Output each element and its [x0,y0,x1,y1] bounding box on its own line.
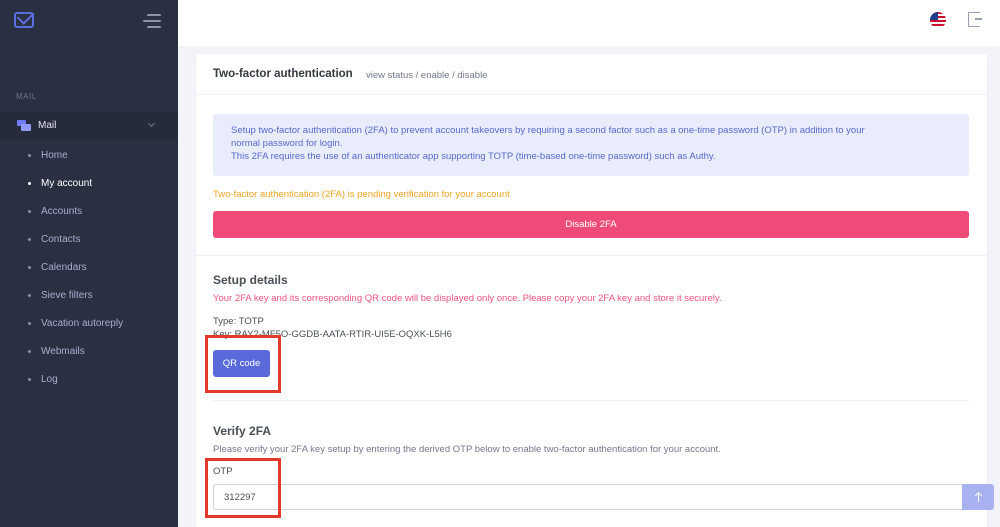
sidebar-item-sieve-filters[interactable]: Sieve filters [0,282,178,310]
sidebar-item-calendars[interactable]: Calendars [0,254,178,282]
page-title: Two-factor authentication [213,68,353,80]
mail-logo-icon[interactable] [14,12,34,28]
bullet-icon [28,378,31,381]
sidebar-item-my-account[interactable]: My account [0,170,178,198]
bullet-icon [28,238,31,241]
bullet-icon [28,266,31,269]
two-factor-card: Two-factor authentication view status / … [196,54,994,527]
sidebar-group-mail[interactable]: Mail [0,112,178,140]
sidebar-item-vacation-autoreply[interactable]: Vacation autoreply [0,310,178,338]
logout-icon[interactable] [968,12,982,27]
sidebar-item-label: Home [41,150,68,161]
info-text-line: normal password for login. [231,138,343,149]
sidebar-item-label: Webmails [41,346,85,357]
setup-details-heading: Setup details [213,273,288,287]
sidebar-item-contacts[interactable]: Contacts [0,226,178,254]
sidebar-item-label: Log [41,374,58,385]
sidebar-item-label: Contacts [41,234,81,245]
otp-input[interactable] [213,484,965,510]
info-alert: Setup two-factor authentication (2FA) to… [213,114,969,176]
verify-2fa-heading: Verify 2FA [213,424,272,438]
bullet-icon [28,322,31,325]
sidebar-item-webmails[interactable]: Webmails [0,338,178,366]
sidebar-item-accounts[interactable]: Accounts [0,198,178,226]
topbar [178,0,1000,46]
page-subtitle: view status / enable / disable [366,70,488,81]
card-header: Two-factor authentication view status / … [196,54,987,95]
sidebar-nav: Home My account Accounts Contacts Calend… [0,142,178,394]
verify-description: Please verify your 2FA key setup by ente… [213,444,721,455]
bullet-icon [28,350,31,353]
sidebar-group-label: Mail [38,120,57,131]
sidebar-item-label: Accounts [41,206,83,217]
annotation-box-otp [205,458,281,518]
sidebar-header [0,0,178,46]
bullet-icon [28,154,31,157]
mail-group-icon [17,120,31,131]
sidebar-item-log[interactable]: Log [0,366,178,394]
info-text-line: This 2FA requires the use of an authenti… [231,151,716,162]
menu-toggle-icon[interactable] [143,14,161,28]
key-type-text: Type: TOTP [213,316,264,327]
bullet-icon [28,210,31,213]
bullet-icon [28,182,31,185]
sidebar-item-label: My account [41,178,93,189]
disable-2fa-button[interactable]: Disable 2FA [213,211,969,238]
divider [213,400,969,401]
sidebar: MAIL Mail Home My account Accounts Conta… [0,0,178,527]
annotation-box-qr [205,335,281,393]
divider [196,255,987,256]
sidebar-item-label: Sieve filters [41,290,93,301]
sidebar-section-label: MAIL [16,92,37,101]
us-flag-icon[interactable] [930,12,946,28]
info-text-line: Setup two-factor authentication (2FA) to… [231,125,865,136]
sidebar-item-label: Vacation autoreply [41,318,124,329]
chevron-down-icon [147,119,156,128]
bullet-icon [28,294,31,297]
sidebar-item-label: Calendars [41,262,87,273]
pending-status-text: Two-factor authentication (2FA) is pendi… [213,189,510,200]
otp-submit-button[interactable] [962,484,994,510]
sidebar-item-home[interactable]: Home [0,142,178,170]
setup-warning-text: Your 2FA key and its corresponding QR co… [213,293,722,304]
